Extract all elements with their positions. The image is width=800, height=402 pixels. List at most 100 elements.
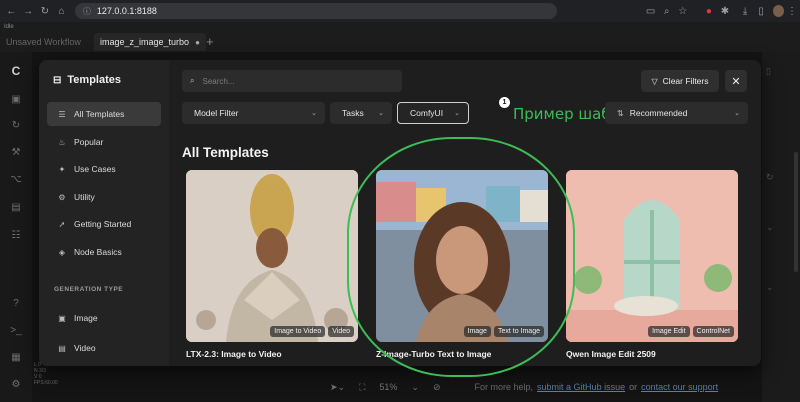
- sort-icon: ⇅: [617, 108, 624, 118]
- section-title: All Templates: [182, 145, 269, 160]
- panel-icon[interactable]: ▯: [753, 6, 769, 17]
- cast-icon[interactable]: ▭: [643, 6, 659, 17]
- tab-image-z-image-turbo[interactable]: image_z_image_turbo ●: [94, 33, 206, 51]
- panel-scrollbar[interactable]: [794, 152, 798, 272]
- card-title[interactable]: Qwen Image Edit 2509: [566, 349, 656, 359]
- contact-support-link[interactable]: contact our support: [641, 382, 718, 392]
- help-or: or: [629, 382, 638, 392]
- image-icon[interactable]: ▣: [8, 94, 24, 105]
- extensions-puzzle-icon[interactable]: ✱: [717, 6, 733, 17]
- close-button[interactable]: ✕: [725, 70, 747, 92]
- history-icon[interactable]: ↻: [8, 120, 24, 131]
- terminal-icon[interactable]: >_: [8, 325, 24, 336]
- refresh-icon[interactable]: ↻: [766, 172, 774, 183]
- sidebar-item-video[interactable]: ▤ Video: [47, 336, 161, 360]
- sidebar-item-node-basics[interactable]: ◈ Node Basics: [47, 240, 161, 264]
- dialog-title-text: Templates: [67, 74, 121, 86]
- forward-icon[interactable]: →: [23, 6, 34, 17]
- tasks-dropdown[interactable]: Tasks ⌄: [330, 102, 392, 124]
- sidebar-item-use-cases[interactable]: ✦ Use Cases: [47, 157, 161, 181]
- tag: ControlNet: [692, 326, 734, 337]
- search-placeholder: Search...: [202, 76, 235, 86]
- templates-dialog: ⊟ Templates ☰ All Templates ♨ Popular ✦ …: [39, 60, 761, 366]
- template-thumbnail: [186, 170, 358, 342]
- sidebar-item-label: Popular: [74, 137, 104, 147]
- stat-line: FPS:60.00: [34, 380, 58, 386]
- templates-icon: ⊟: [53, 74, 62, 86]
- tag: Image: [463, 326, 491, 337]
- templates-icon[interactable]: ☷: [8, 230, 24, 241]
- chevron-down-icon[interactable]: ⌄: [766, 222, 774, 233]
- bookmark-star-icon[interactable]: ☆: [675, 6, 691, 17]
- template-card-qwen-image-edit[interactable]: Image Edit ControlNet: [566, 170, 738, 342]
- github-issue-link[interactable]: submit a GitHub issue: [537, 382, 625, 392]
- filter-count-badge: 1: [499, 97, 510, 108]
- models-icon[interactable]: ⌥: [8, 174, 24, 185]
- clear-filters-label: Clear Filters: [662, 76, 709, 86]
- help-icon[interactable]: ?: [8, 298, 24, 309]
- video-icon: ▤: [58, 343, 66, 353]
- sidebar-item-utility[interactable]: ⚙ Utility: [47, 185, 161, 209]
- list-icon: ☰: [58, 109, 66, 119]
- workflows-icon[interactable]: ▤: [8, 202, 24, 213]
- chevron-down-icon[interactable]: ⌄: [766, 282, 774, 293]
- comfyui-filter-dropdown[interactable]: ComfyUI ⌄: [397, 102, 469, 124]
- search-input[interactable]: ⌕ Search...: [182, 70, 402, 92]
- sidebar-item-label: Node Basics: [74, 247, 122, 257]
- tag: Text to Image: [493, 326, 544, 337]
- card-title[interactable]: Z-Image-Turbo Text to Image: [376, 349, 491, 359]
- dropdown-label: Model Filter: [194, 108, 239, 118]
- sort-dropdown[interactable]: ⇅ Recommended ⌄: [605, 102, 748, 124]
- extension-icon[interactable]: ●: [701, 6, 717, 17]
- workflow-tabstrip: Idle Unsaved Workflow image_z_image_turb…: [0, 22, 800, 52]
- reload-icon[interactable]: ↻: [39, 6, 50, 17]
- address-bar[interactable]: ⓘ 127.0.0.1:8188: [74, 3, 557, 19]
- new-tab-icon[interactable]: +: [206, 34, 214, 49]
- card-tags: Image Text to Image: [463, 326, 544, 337]
- back-icon[interactable]: ←: [6, 6, 17, 17]
- properties-panel-background: ▯ ↻ ⌄ ⌄: [762, 52, 800, 402]
- filter-icon: ▽: [651, 76, 658, 86]
- card-title[interactable]: LTX-2.3: Image to Video: [186, 349, 282, 359]
- zoom-icon[interactable]: ⌕: [659, 6, 675, 17]
- sidebar-item-popular[interactable]: ♨ Popular: [47, 130, 161, 154]
- image-icon: ▣: [58, 313, 66, 323]
- tab-unsaved-workflow[interactable]: Unsaved Workflow: [0, 33, 87, 51]
- menu-icon[interactable]: ⋮: [784, 6, 800, 17]
- rocket-icon: ➚: [58, 219, 66, 229]
- sidebar-item-label: Getting Started: [74, 219, 132, 229]
- tag: Image Edit: [648, 326, 690, 337]
- zoom-level[interactable]: 51%: [379, 382, 397, 392]
- chevron-down-icon: ⌄: [734, 110, 740, 117]
- clear-filters-button[interactable]: ▽ Clear Filters: [641, 70, 719, 92]
- unsaved-dot-icon[interactable]: ●: [195, 38, 200, 47]
- link-visibility-icon[interactable]: ⊘: [433, 382, 441, 393]
- template-thumbnail: [566, 170, 738, 342]
- template-card-ltx[interactable]: Image to Video Video: [186, 170, 358, 342]
- sidebar-item-getting-started[interactable]: ➚ Getting Started: [47, 212, 161, 236]
- sidebar-item-label: Utility: [74, 192, 95, 202]
- panel-toggle-icon[interactable]: ▯: [766, 66, 771, 77]
- settings-gear-icon[interactable]: ⚙: [8, 379, 24, 390]
- shortcuts-icon[interactable]: ▦: [8, 352, 24, 363]
- comfy-logo-icon[interactable]: C: [8, 64, 24, 78]
- template-thumbnail: [376, 170, 548, 342]
- nodes-icon[interactable]: ⚒: [8, 147, 24, 158]
- chevron-down-icon[interactable]: ⌄: [411, 382, 419, 393]
- star-icon: ✦: [58, 164, 66, 174]
- download-icon[interactable]: ⤓: [737, 6, 753, 17]
- app-side-rail: C ▣ ↻ ⚒ ⌥ ▤ ☷ ? >_ ▦ ⚙: [0, 52, 32, 402]
- site-info-icon[interactable]: ⓘ: [83, 6, 91, 17]
- graduation-icon: ◈: [58, 247, 66, 257]
- fit-view-icon[interactable]: ⛶: [359, 382, 365, 393]
- sidebar-item-image[interactable]: ▣ Image: [47, 306, 161, 330]
- dropdown-label: Tasks: [342, 108, 364, 118]
- template-card-z-image-turbo[interactable]: Image Text to Image: [376, 170, 548, 342]
- model-filter-dropdown[interactable]: Model Filter ⌄: [182, 102, 325, 124]
- pointer-icon[interactable]: ➤⌄: [330, 382, 345, 393]
- profile-avatar[interactable]: [773, 5, 784, 17]
- home-icon[interactable]: ⌂: [56, 6, 67, 17]
- sidebar-item-all-templates[interactable]: ☰ All Templates: [47, 102, 161, 126]
- flame-icon: ♨: [58, 137, 66, 147]
- chevron-down-icon: ⌄: [454, 110, 460, 117]
